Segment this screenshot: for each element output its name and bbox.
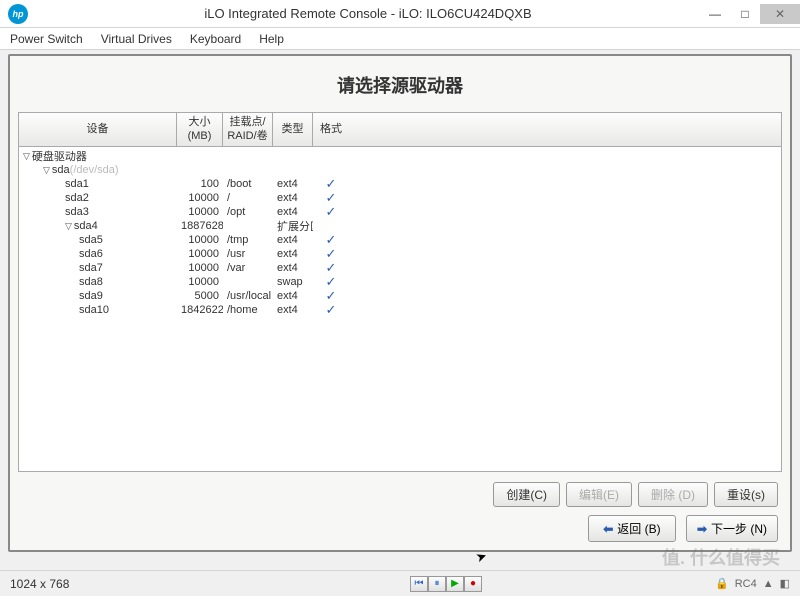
menubar: Power Switch Virtual Drives Keyboard Hel… xyxy=(0,28,800,50)
chevron-down-icon[interactable]: ▽ xyxy=(65,221,72,232)
table-row[interactable]: sda101842622/homeext4✓ xyxy=(19,303,781,317)
check-icon: ✓ xyxy=(313,204,349,220)
table-row[interactable]: sda510000/tmpext4✓ xyxy=(19,233,781,247)
record-icon[interactable]: ● xyxy=(464,576,482,592)
health-icon: ▲ xyxy=(763,578,774,590)
table-row[interactable]: sda810000swap✓ xyxy=(19,275,781,289)
table-row[interactable]: ▽sda41887628扩展分区 xyxy=(19,219,781,233)
create-button[interactable]: 创建(C) xyxy=(493,482,560,507)
window-controls: — □ ✕ xyxy=(700,4,800,24)
table-row[interactable]: ▽硬盘驱动器 xyxy=(19,149,781,163)
lock-icon: 🔒 xyxy=(715,577,729,590)
col-size[interactable]: 大小 (MB) xyxy=(177,113,223,146)
encryption-label: RC4 xyxy=(735,578,757,590)
reset-button[interactable]: 重设(s) xyxy=(714,482,778,507)
table-row[interactable]: sda95000/usr/localext4✓ xyxy=(19,289,781,303)
rewind-icon[interactable]: ⏮ xyxy=(410,576,428,592)
dialog-title: 请选择源驱动器 xyxy=(18,62,782,112)
table-body: ▽硬盘驱动器▽sda (/dev/sda)sda1100/bootext4✓sd… xyxy=(19,147,781,317)
play-icon[interactable]: ▶ xyxy=(446,576,464,592)
arrow-left-icon: ⬅ xyxy=(603,522,613,536)
chevron-down-icon[interactable]: ▽ xyxy=(43,165,50,176)
menu-help[interactable]: Help xyxy=(259,32,284,46)
partition-table: 设备 大小 (MB) 挂载点/ RAID/卷 类型 格式 ▽硬盘驱动器▽sda … xyxy=(18,112,782,472)
hp-logo-icon: hp xyxy=(8,4,28,24)
window-title: iLO Integrated Remote Console - iLO: ILO… xyxy=(36,6,700,21)
maximize-button[interactable]: □ xyxy=(730,4,760,24)
delete-button: 删除 (D) xyxy=(638,482,708,507)
next-button[interactable]: ➡下一步 (N) xyxy=(686,515,778,542)
arrow-right-icon: ➡ xyxy=(697,522,707,536)
partition-buttons: 创建(C) 编辑(E) 删除 (D) 重设(s) xyxy=(18,472,782,509)
minimize-button[interactable]: — xyxy=(700,4,730,24)
installer-dialog: 请选择源驱动器 设备 大小 (MB) 挂载点/ RAID/卷 类型 格式 ▽硬盘… xyxy=(8,54,792,552)
edit-button: 编辑(E) xyxy=(566,482,632,507)
menu-keyboard[interactable]: Keyboard xyxy=(190,32,241,46)
statusbar: 1024 x 768 ⏮ ⏸ ▶ ● 🔒 RC4 ▲ ◧ xyxy=(0,570,800,596)
table-row[interactable]: ▽sda (/dev/sda) xyxy=(19,163,781,177)
check-icon: ✓ xyxy=(313,302,349,318)
col-mount[interactable]: 挂载点/ RAID/卷 xyxy=(223,113,273,146)
menu-virtual-drives[interactable]: Virtual Drives xyxy=(101,32,172,46)
col-device[interactable]: 设备 xyxy=(19,113,177,146)
table-header: 设备 大小 (MB) 挂载点/ RAID/卷 类型 格式 xyxy=(19,113,781,147)
table-row[interactable]: sda710000/varext4✓ xyxy=(19,261,781,275)
nav-buttons: ⬅返回 (B) ➡下一步 (N) xyxy=(18,509,782,542)
table-row[interactable]: sda1100/bootext4✓ xyxy=(19,177,781,191)
pause-icon[interactable]: ⏸ xyxy=(428,576,446,592)
close-button[interactable]: ✕ xyxy=(760,4,800,24)
resolution-label: 1024 x 768 xyxy=(10,577,69,591)
media-controls: ⏮ ⏸ ▶ ● xyxy=(410,576,482,592)
col-type[interactable]: 类型 xyxy=(273,113,313,146)
titlebar: hp iLO Integrated Remote Console - iLO: … xyxy=(0,0,800,28)
menu-power-switch[interactable]: Power Switch xyxy=(10,32,83,46)
col-format[interactable]: 格式 xyxy=(313,113,349,146)
table-row[interactable]: sda210000/ext4✓ xyxy=(19,191,781,205)
table-row[interactable]: sda610000/usrext4✓ xyxy=(19,247,781,261)
remote-console-area: 请选择源驱动器 设备 大小 (MB) 挂载点/ RAID/卷 类型 格式 ▽硬盘… xyxy=(0,50,800,570)
signal-icon: ◧ xyxy=(780,577,790,590)
chevron-down-icon[interactable]: ▽ xyxy=(23,151,30,162)
back-button[interactable]: ⬅返回 (B) xyxy=(588,515,676,542)
table-row[interactable]: sda310000/optext4✓ xyxy=(19,205,781,219)
status-right: 🔒 RC4 ▲ ◧ xyxy=(715,577,790,590)
